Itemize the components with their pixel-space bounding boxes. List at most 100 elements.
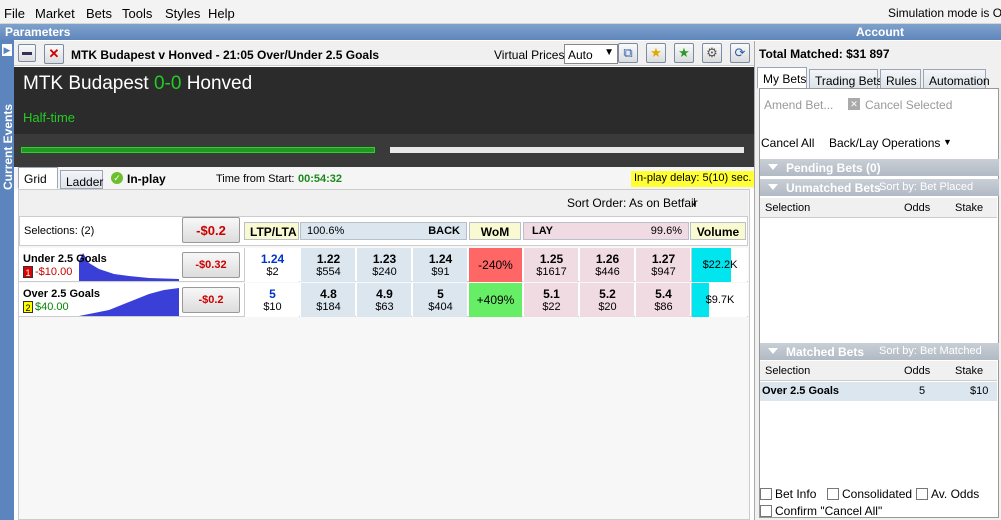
selection-pl-button[interactable]: -$0.32	[182, 252, 240, 278]
tab-ladder[interactable]: Ladder	[60, 170, 103, 189]
back-header[interactable]: 100.6% BACK	[300, 222, 467, 240]
menu-file[interactable]: File	[4, 6, 25, 21]
selection-number: 2	[23, 301, 33, 313]
ltp-header[interactable]: LTP/LTA	[244, 222, 299, 240]
chart-icon[interactable]: ✕	[44, 44, 64, 64]
col-stake[interactable]: Stake	[955, 202, 983, 214]
lay-price-cell[interactable]: 5.4 $86	[635, 283, 690, 317]
confirm-cancel-all-label: Confirm "Cancel All"	[775, 504, 883, 518]
progress-bar-away	[390, 147, 744, 153]
lay-price-cell[interactable]: 5.2 $20	[579, 283, 634, 317]
right-tab-trading-bets[interactable]: Trading Bets	[809, 69, 883, 89]
matched-bet-row[interactable]: Over 2.5 Goals 5 $10	[760, 382, 997, 401]
sort-order[interactable]: Sort Order: As on Betfair	[567, 196, 698, 210]
pl-total-button[interactable]: -$0.2	[182, 217, 240, 243]
lay-price-cell[interactable]: 1.26 $446	[579, 248, 634, 282]
sort-bar: Sort Order: As on Betfair 🠗	[19, 190, 748, 216]
lay-price-cell[interactable]: 1.27 $947	[635, 248, 690, 282]
menu-tools[interactable]: Tools	[122, 6, 152, 21]
time-value: 00:54:32	[298, 173, 343, 185]
lay-amount: $86	[654, 301, 673, 313]
volume-value: $22.2K	[702, 259, 738, 271]
selection-row: Under 2.5 Goals 1 -$10.00 -$0.32 1.24 $2…	[19, 248, 748, 282]
back-price-cell[interactable]: 1.22 $554	[300, 248, 355, 282]
menu-bets[interactable]: Bets	[86, 6, 112, 21]
lay-price-cell[interactable]: 1.25 $1617	[523, 248, 578, 282]
sort-arrow-icon: 🠗	[692, 197, 697, 209]
selection-pl: -$10.00	[35, 266, 73, 278]
score-line: MTK Budapest 0-0 Honved	[23, 73, 252, 95]
col-selection[interactable]: Selection	[765, 365, 810, 377]
av-odds-label: Av. Odds	[931, 487, 980, 501]
back-price-cell[interactable]: 5 $404	[412, 283, 467, 317]
right-tab-rules[interactable]: Rules	[880, 69, 921, 89]
lay-pct: 99.6%	[650, 225, 682, 237]
back-price-cell[interactable]: 1.23 $240	[356, 248, 411, 282]
cancel-selected-button[interactable]: Cancel Selected	[865, 98, 952, 112]
right-tab-automation[interactable]: Automation	[923, 69, 990, 89]
expand-arrow-icon[interactable]: ▶	[2, 44, 12, 56]
cancel-all-button[interactable]: Cancel All	[761, 136, 814, 150]
lay-amount: $22	[542, 301, 561, 313]
star-icon[interactable]: ★	[646, 43, 666, 63]
back-odds: 4.9	[376, 287, 393, 301]
unmatched-sort[interactable]: Sort by: Bet Placed	[879, 181, 973, 193]
inplay-delay: In-play delay: 5(10) sec.	[631, 171, 755, 187]
selection-rows: Under 2.5 Goals 1 -$10.00 -$0.32 1.24 $2…	[19, 248, 748, 317]
pending-bets-header[interactable]: Pending Bets (0)	[760, 159, 999, 176]
unmatched-bets-label: Unmatched Bets	[786, 181, 881, 195]
lay-header[interactable]: LAY 99.6%	[523, 222, 689, 240]
wom-header[interactable]: WoM	[469, 222, 521, 240]
menu-help[interactable]: Help	[208, 6, 235, 21]
ltp-cell[interactable]: 5 $10	[244, 283, 299, 317]
selection-pl-button[interactable]: -$0.2	[182, 287, 240, 313]
lay-price-cell[interactable]: 5.1 $22	[523, 283, 578, 317]
back-lay-operations-button[interactable]: Back/Lay Operations	[829, 136, 940, 150]
matched-bets-header[interactable]: Matched Bets Sort by: Bet Matched	[760, 343, 999, 360]
parameters-label[interactable]: Parameters	[5, 25, 70, 39]
tab-grid[interactable]: Grid	[18, 167, 58, 189]
team-away: Honved	[186, 73, 253, 94]
col-odds[interactable]: Odds	[904, 202, 930, 214]
collapse-button[interactable]	[18, 44, 36, 62]
unmatched-bets-header[interactable]: Unmatched Bets Sort by: Bet Placed	[760, 179, 999, 196]
star-add-icon[interactable]: ★	[674, 43, 694, 63]
consolidated-checkbox[interactable]	[827, 488, 839, 500]
progress-area	[14, 134, 754, 167]
my-bets-panel	[759, 88, 999, 518]
back-price-cell[interactable]: 4.8 $184	[300, 283, 355, 317]
lay-amount: $947	[651, 266, 676, 278]
gear-icon[interactable]: ⚙	[702, 43, 722, 63]
collapse-icon	[768, 348, 778, 354]
volume-header[interactable]: Volume	[690, 222, 746, 240]
back-amount: $91	[431, 266, 450, 278]
selection-name[interactable]: Under 2.5 Goals	[23, 253, 107, 265]
back-price-cell[interactable]: 1.24 $91	[412, 248, 467, 282]
total-matched: Total Matched: $31 897	[759, 47, 890, 61]
col-odds[interactable]: Odds	[904, 365, 930, 377]
menu-bar: File Market Bets Tools Styles Help Simul…	[0, 0, 1001, 24]
av-odds-checkbox[interactable]	[916, 488, 928, 500]
account-label[interactable]: Account	[856, 25, 904, 39]
ltp-cell[interactable]: 1.24 $2	[244, 248, 299, 282]
selection-name[interactable]: Over 2.5 Goals	[23, 288, 100, 300]
window-icon[interactable]: ⧉	[618, 43, 638, 63]
lta-value: $2	[266, 266, 279, 278]
bet-info-checkbox[interactable]	[760, 488, 772, 500]
selection-number: 1	[23, 266, 33, 278]
current-events-strip[interactable]: ▶ Current Events	[0, 40, 15, 520]
menu-market[interactable]: Market	[35, 6, 75, 21]
col-stake[interactable]: Stake	[955, 365, 983, 377]
col-selection[interactable]: Selection	[765, 202, 810, 214]
matched-sort[interactable]: Sort by: Bet Matched	[879, 345, 982, 357]
refresh-icon[interactable]: ⟳	[730, 43, 750, 63]
back-price-cell[interactable]: 4.9 $63	[356, 283, 411, 317]
confirm-cancel-all-checkbox[interactable]	[760, 505, 772, 517]
volume-value: $9.7K	[705, 294, 735, 306]
amend-bet-button[interactable]: Amend Bet...	[764, 98, 833, 112]
lay-odds: 1.25	[539, 252, 564, 266]
menu-styles[interactable]: Styles	[165, 6, 200, 21]
virtual-prices-select[interactable]: Auto ▼	[564, 44, 618, 64]
right-tab-my-bets[interactable]: My Bets	[757, 67, 807, 89]
lay-odds: 5.1	[543, 287, 560, 301]
